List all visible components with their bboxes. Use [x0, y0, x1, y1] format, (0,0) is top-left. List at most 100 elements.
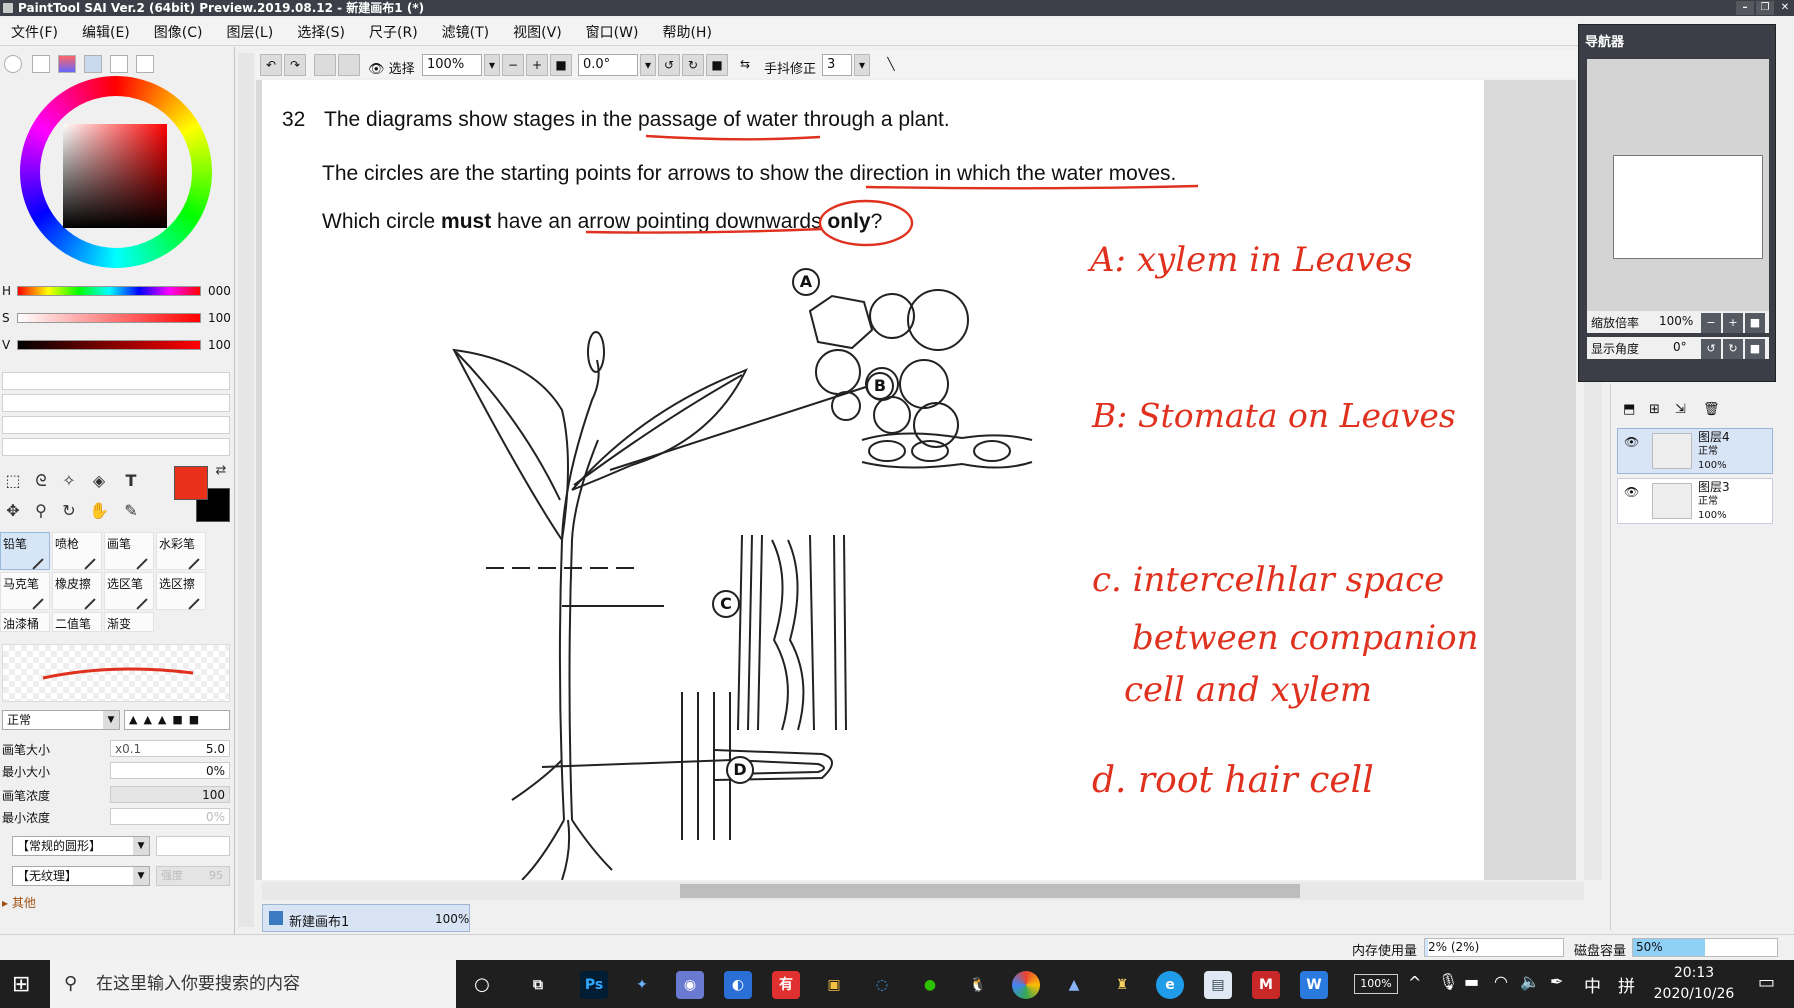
swap-colors-icon[interactable]: ⇄	[210, 460, 232, 482]
texture-select[interactable]: 【无纹理】 ▼	[12, 866, 150, 886]
windows-start-icon[interactable]: ⊞	[12, 972, 30, 997]
app-red-icon[interactable]: M	[1252, 971, 1280, 999]
app-window-icon[interactable]: ▤	[1204, 971, 1232, 999]
wechat-icon[interactable]: ●	[916, 971, 944, 999]
mixer-tab[interactable]	[110, 55, 128, 73]
brush-shape-presets[interactable]: ▲▲▲■■	[124, 710, 230, 730]
document-tab[interactable]: 新建画布1 100%	[262, 904, 470, 932]
app-triangle-icon[interactable]: ▲	[1060, 971, 1088, 999]
lasso-icon[interactable]: ᘓ	[30, 470, 52, 492]
deselect-button[interactable]	[314, 54, 336, 76]
brush-size-row[interactable]: 画笔大小 x0.1 5.0	[2, 740, 230, 758]
min-size-field[interactable]: 0%	[110, 762, 230, 779]
menu-filter[interactable]: 滤镜(T)	[430, 18, 501, 48]
redo-button[interactable]: ↷	[284, 54, 306, 76]
stabilizer-field[interactable]: 3	[822, 54, 852, 76]
navigator-thumbnail[interactable]	[1587, 59, 1769, 323]
notification-icon[interactable]: ▭	[1758, 972, 1775, 993]
menu-window[interactable]: 窗口(W)	[574, 18, 651, 48]
app-round-icon[interactable]: ◉	[676, 971, 704, 999]
taskbar-clock[interactable]: 20:13 2020/10/26	[1634, 963, 1754, 1005]
saturation-slider[interactable]: S 100	[2, 309, 232, 329]
merge-icon[interactable]: ⇲	[1675, 402, 1686, 417]
menu-select[interactable]: 选择(S)	[285, 18, 357, 48]
saturation-value-square[interactable]	[63, 124, 167, 228]
brush-shape-strength[interactable]	[156, 836, 230, 856]
delete-layer-icon[interactable]: 🗑	[1703, 402, 1720, 417]
layer-row[interactable]: 👁 图层4 正常 100%	[1617, 428, 1773, 474]
ime-indicator[interactable]: 中	[1584, 972, 1601, 997]
visibility-icon[interactable]: 👁	[1624, 435, 1639, 449]
brush-select-eraser[interactable]: 选区擦	[156, 572, 206, 610]
hue-slider[interactable]: H 000	[2, 282, 232, 302]
brush-bucket[interactable]: 油漆桶	[0, 612, 50, 632]
rotate-right-button[interactable]: ↻	[682, 54, 704, 76]
hand-icon[interactable]: ✋	[88, 500, 110, 522]
menu-layer[interactable]: 图层(L)	[214, 18, 285, 48]
zoom-dropdown[interactable]: ▾	[484, 54, 500, 76]
new-folder-icon[interactable]: ⊞	[1649, 402, 1660, 417]
rgb-slider-tab[interactable]	[32, 55, 50, 73]
color-slot[interactable]	[2, 416, 230, 434]
chrome-icon[interactable]	[1012, 971, 1040, 999]
color-slot[interactable]	[2, 438, 230, 456]
brush-density-row[interactable]: 画笔浓度 100	[2, 786, 230, 804]
rotate-icon[interactable]: ↻	[58, 500, 80, 522]
youdao-icon[interactable]: 有	[772, 971, 800, 999]
nav-zoom-out-button[interactable]: −	[1701, 313, 1721, 333]
menu-help[interactable]: 帮助(H)	[650, 18, 723, 48]
pen-icon[interactable]: ✒	[1550, 972, 1563, 991]
min-density-field[interactable]: 0%	[110, 808, 230, 825]
rotate-reset-button[interactable]: ■	[706, 54, 728, 76]
menu-file[interactable]: 文件(F)	[0, 18, 70, 48]
app-figure-icon[interactable]: ♜	[1108, 971, 1136, 999]
menu-image[interactable]: 图像(C)	[142, 18, 215, 48]
magic-wand-icon[interactable]: ✧	[58, 470, 80, 492]
minimize-button[interactable]: –	[1736, 1, 1754, 15]
rotation-field[interactable]: 0.0°	[578, 54, 638, 76]
min-size-row[interactable]: 最小大小 0%	[2, 762, 230, 780]
nav-zoom-in-button[interactable]: +	[1723, 313, 1743, 333]
color-slot[interactable]	[2, 394, 230, 412]
zoom-field[interactable]: 100%	[422, 54, 482, 76]
tool-panel-scrollbar[interactable]	[238, 53, 254, 927]
layer-row[interactable]: 👁 图层3 正常 100%	[1617, 478, 1773, 524]
color-wheel-tab[interactable]	[4, 55, 22, 73]
nav-rotate-right-button[interactable]: ↻	[1723, 339, 1743, 359]
app-bird-icon[interactable]: ✦	[628, 971, 656, 999]
undo-button[interactable]: ↶	[260, 54, 282, 76]
navigator-zoom-row[interactable]: 缩放倍率 100% − + ■	[1587, 311, 1769, 333]
brush-binary-pen[interactable]: 二值笔	[52, 612, 102, 632]
brush-shape-select[interactable]: 【常规的圆形】 ▼	[12, 836, 150, 856]
swatch-tab[interactable]	[84, 55, 102, 73]
scratchpad-tab[interactable]	[136, 55, 154, 73]
taskbar-search-box[interactable]: ⚲ 在这里输入你要搜索的内容	[50, 960, 456, 1008]
menu-edit[interactable]: 编辑(E)	[70, 18, 142, 48]
qq-icon[interactable]: 🐧	[964, 971, 992, 999]
bucket-icon[interactable]: ◈	[88, 470, 110, 492]
brush-eraser[interactable]: 橡皮擦	[52, 572, 102, 610]
file-explorer-icon[interactable]: ▣	[820, 971, 848, 999]
canvas-horizontal-scroll-thumb[interactable]	[680, 884, 1300, 898]
search-app-icon[interactable]: ◌	[868, 971, 896, 999]
zoom-reset-button[interactable]: ■	[550, 54, 572, 76]
battery-indicator[interactable]: 100%	[1354, 974, 1398, 994]
app-chat-icon[interactable]: ◐	[724, 971, 752, 999]
color-slot[interactable]	[2, 372, 230, 390]
brush-watercolor[interactable]: 水彩笔	[156, 532, 206, 570]
texture-strength-field[interactable]: 强度 95	[156, 866, 230, 886]
zoom-in-button[interactable]: +	[526, 54, 548, 76]
hsv-slider-tab[interactable]	[58, 55, 76, 73]
microphone-icon[interactable]: 🎙	[1438, 972, 1458, 991]
volume-icon[interactable]: 🔈	[1520, 972, 1540, 991]
close-button[interactable]: ✕	[1776, 1, 1794, 15]
zoom-out-button[interactable]: −	[502, 54, 524, 76]
nav-zoom-reset-button[interactable]: ■	[1745, 313, 1765, 333]
brush-pencil[interactable]: 铅笔	[0, 532, 50, 570]
cortana-icon[interactable]: ○	[468, 971, 496, 999]
flip-icon[interactable]: ⇆	[734, 54, 756, 76]
text-tool-icon[interactable]: T	[120, 470, 142, 492]
new-layer-icon[interactable]: ⬒	[1623, 402, 1635, 417]
eyedropper-icon[interactable]: ✎	[120, 500, 142, 522]
foreground-color-swatch[interactable]	[174, 466, 208, 500]
